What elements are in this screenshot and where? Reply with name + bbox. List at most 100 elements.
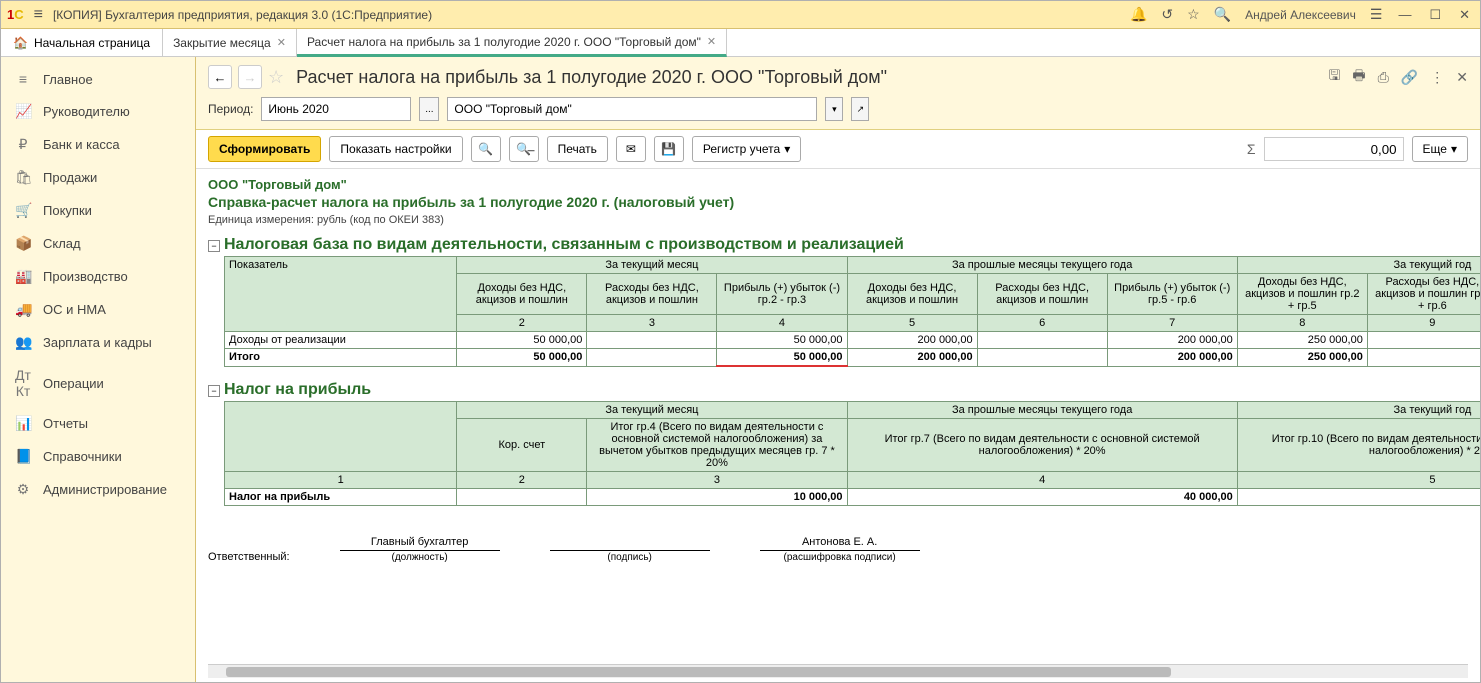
- user-name[interactable]: Андрей Алексеевич: [1245, 8, 1356, 22]
- chevron-down-icon: ▾: [1451, 142, 1457, 156]
- sidebar-item[interactable]: 👥Зарплата и кадры: [1, 326, 195, 359]
- col-cur-year: За текущий год: [1237, 402, 1480, 419]
- sidebar-item[interactable]: ≡Главное: [1, 63, 195, 95]
- cell: 250 000,00: [1237, 332, 1367, 349]
- sidebar-item[interactable]: 📘Справочники: [1, 440, 195, 473]
- find-button[interactable]: 🔍: [471, 136, 501, 162]
- horizontal-scrollbar[interactable]: [208, 664, 1468, 678]
- sidebar-icon: 🏭: [15, 268, 31, 285]
- link-icon[interactable]: 🔗: [1401, 69, 1418, 86]
- sidebar-icon: ₽: [15, 136, 31, 153]
- col-num: 5: [847, 315, 977, 332]
- tab-label: Расчет налога на прибыль за 1 полугодие …: [307, 35, 701, 49]
- section2-table: За текущий месяц За прошлые месяцы текущ…: [224, 401, 1480, 506]
- org-input[interactable]: [447, 97, 817, 121]
- cell: 50 000,00: [717, 332, 847, 349]
- cell: 200 000,00: [847, 349, 977, 367]
- sidebar-label: Операции: [43, 376, 104, 391]
- tab-home[interactable]: 🏠 Начальная страница: [1, 29, 163, 56]
- org-open-button[interactable]: ↗: [851, 97, 869, 121]
- nav-forward-button[interactable]: →: [238, 65, 262, 89]
- col-past-months: За прошлые месяцы текущего года: [847, 402, 1237, 419]
- nav-back-button[interactable]: ←: [208, 65, 232, 89]
- minimize-button[interactable]: —: [1394, 5, 1415, 25]
- cell: 200 000,00: [1107, 332, 1237, 349]
- toolbar: Сформировать Показать настройки 🔍 🔍̶ Печ…: [196, 130, 1480, 169]
- home-icon: 🏠: [13, 36, 28, 50]
- cell: 50 000,00: [457, 349, 587, 367]
- preview-icon[interactable]: ⎙: [1378, 69, 1389, 86]
- col-indicator: Показатель: [225, 257, 457, 332]
- history-icon[interactable]: ↺: [1161, 6, 1173, 23]
- cell: 10 000,00: [587, 489, 847, 506]
- close-icon[interactable]: ✕: [1456, 69, 1468, 86]
- save-button[interactable]: 💾: [654, 136, 684, 162]
- sidebar-icon: ⚙: [15, 481, 31, 498]
- sidebar-item[interactable]: Дт Кт Операции: [1, 359, 195, 407]
- find-next-button[interactable]: 🔍̶: [509, 136, 539, 162]
- report-area[interactable]: ООО "Торговый дом" Справка-расчет налога…: [196, 169, 1480, 664]
- maximize-button[interactable]: ☐: [1425, 5, 1445, 25]
- star-icon[interactable]: ☆: [1187, 6, 1200, 23]
- window-title: [КОПИЯ] Бухгалтерия предприятия, редакци…: [53, 8, 1130, 22]
- print-button[interactable]: Печать: [547, 136, 608, 162]
- section1-table: Показатель За текущий месяц За прошлые м…: [224, 256, 1480, 367]
- close-window-button[interactable]: ✕: [1455, 5, 1474, 25]
- search-icon[interactable]: 🔍: [1214, 6, 1231, 23]
- save-icon[interactable]: 🖫: [1328, 65, 1340, 89]
- sidebar-icon: Дт Кт: [15, 367, 31, 399]
- sidebar-item[interactable]: 🚚ОС и НМА: [1, 293, 195, 326]
- sidebar-item[interactable]: 📦Склад: [1, 227, 195, 260]
- sign-name-hint: (расшифровка подписи): [760, 552, 920, 563]
- sidebar-icon: 📊: [15, 415, 31, 432]
- sidebar-label: Справочники: [43, 449, 122, 464]
- sidebar-item[interactable]: 🏭Производство: [1, 260, 195, 293]
- more-vert-icon[interactable]: ⋮: [1430, 69, 1444, 86]
- report-org: ООО "Торговый дом": [208, 177, 1480, 192]
- register-button[interactable]: Регистр учета ▾: [692, 136, 801, 162]
- favorite-icon[interactable]: ☆: [268, 67, 284, 88]
- email-button[interactable]: ✉: [616, 136, 646, 162]
- bell-icon[interactable]: 🔔: [1130, 6, 1147, 23]
- sidebar-item[interactable]: 🛒Покупки: [1, 194, 195, 227]
- col-num: 2: [457, 315, 587, 332]
- show-settings-button[interactable]: Показать настройки: [329, 136, 462, 162]
- col-c3: Итог гр.4 (Всего по видам деятельности с…: [587, 419, 847, 472]
- tab-close-icon[interactable]: ✕: [277, 36, 286, 49]
- sidebar-icon: 👥: [15, 334, 31, 351]
- sidebar-label: Администрирование: [43, 482, 167, 497]
- sidebar-item[interactable]: ₽Банк и касса: [1, 128, 195, 161]
- signature-row: Ответственный: Главный бухгалтер (должно…: [208, 536, 1480, 563]
- period-picker-button[interactable]: ...: [419, 97, 439, 121]
- org-dropdown-button[interactable]: ▾: [825, 97, 843, 121]
- cell: 200 000,00: [847, 332, 977, 349]
- menu-icon[interactable]: ≡: [34, 6, 43, 24]
- filter-icon[interactable]: ☰: [1370, 6, 1383, 23]
- sidebar-item[interactable]: 📈Руководителю: [1, 95, 195, 128]
- cell: [587, 332, 717, 349]
- col-c5: Итог гр.10 (Всего по видам деятельности …: [1237, 419, 1480, 472]
- tab-closing-month[interactable]: Закрытие месяца ✕: [163, 29, 297, 56]
- col-num: 6: [977, 315, 1107, 332]
- sidebar-item[interactable]: 📊Отчеты: [1, 407, 195, 440]
- form-button[interactable]: Сформировать: [208, 136, 321, 162]
- sign-hint: (подпись): [550, 552, 710, 563]
- col-profit-m: Прибыль (+) убыток (-) гр.2 - гр.3: [717, 274, 847, 315]
- collapse-button[interactable]: −: [208, 385, 220, 397]
- tab-tax-calc[interactable]: Расчет налога на прибыль за 1 полугодие …: [297, 29, 727, 57]
- period-input[interactable]: [261, 97, 411, 121]
- sum-field[interactable]: [1264, 137, 1404, 161]
- titlebar: 1С ≡ [КОПИЯ] Бухгалтерия предприятия, ре…: [1, 1, 1480, 29]
- col-c4: Итог гр.7 (Всего по видам деятельности с…: [847, 419, 1237, 472]
- col-profit-p: Прибыль (+) убыток (-) гр.5 - гр.6: [1107, 274, 1237, 315]
- tab-label: Закрытие месяца: [173, 36, 271, 50]
- col-expense-m: Расходы без НДС, акцизов и пошлин: [587, 274, 717, 315]
- sidebar-item[interactable]: ⚙ Администрирование: [1, 473, 195, 506]
- tab-close-icon[interactable]: ✕: [707, 35, 716, 48]
- print-icon[interactable]: 🖶: [1352, 65, 1365, 89]
- col-income-y: Доходы без НДС, акцизов и пошлин гр.2 + …: [1237, 274, 1367, 315]
- collapse-button[interactable]: −: [208, 240, 220, 252]
- more-button[interactable]: Еще ▾: [1412, 136, 1468, 162]
- sidebar-item[interactable]: 🛍Продажи: [1, 161, 195, 194]
- sigma-icon: Σ: [1247, 141, 1256, 157]
